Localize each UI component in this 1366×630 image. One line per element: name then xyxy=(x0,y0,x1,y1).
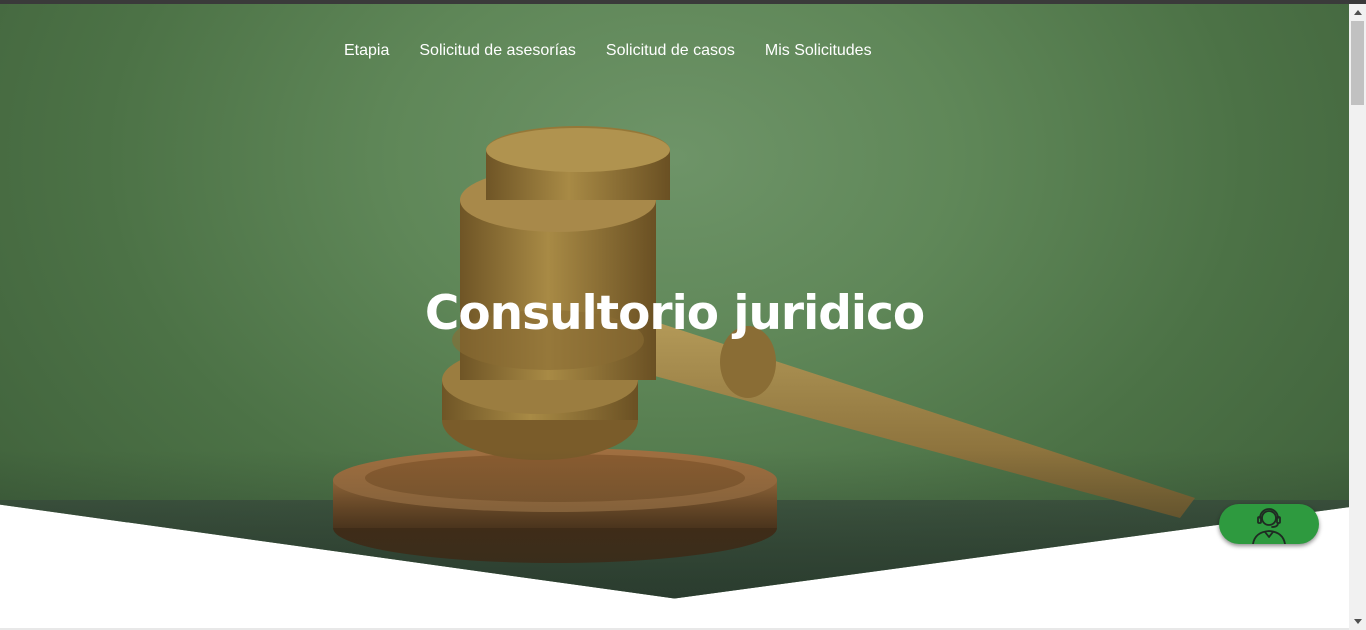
nav-item-solicitud-casos[interactable]: Solicitud de casos xyxy=(606,42,735,60)
scrollbar-thumb[interactable] xyxy=(1351,21,1364,105)
hero-bottom-shade xyxy=(0,450,1349,599)
page-title: Consultorio juridico xyxy=(0,286,1349,341)
browser-top-bar xyxy=(0,0,1366,4)
hero-section: Etapia Solicitud de asesorías Solicitud … xyxy=(0,0,1349,630)
nav-item-etapia[interactable]: Etapia xyxy=(344,42,389,60)
nav-item-solicitud-asesorias[interactable]: Solicitud de asesorías xyxy=(419,42,576,60)
scroll-down-arrow-icon[interactable] xyxy=(1349,613,1366,630)
nav-item-mis-solicitudes[interactable]: Mis Solicitudes xyxy=(765,42,872,60)
scroll-up-arrow-icon[interactable] xyxy=(1349,4,1366,21)
page-title-text: Consultorio juridico xyxy=(424,286,925,341)
vertical-scrollbar[interactable] xyxy=(1349,4,1366,630)
customer-support-agent-icon xyxy=(1252,508,1286,544)
main-nav: Etapia Solicitud de asesorías Solicitud … xyxy=(344,42,872,60)
support-chat-button[interactable] xyxy=(1219,504,1319,544)
